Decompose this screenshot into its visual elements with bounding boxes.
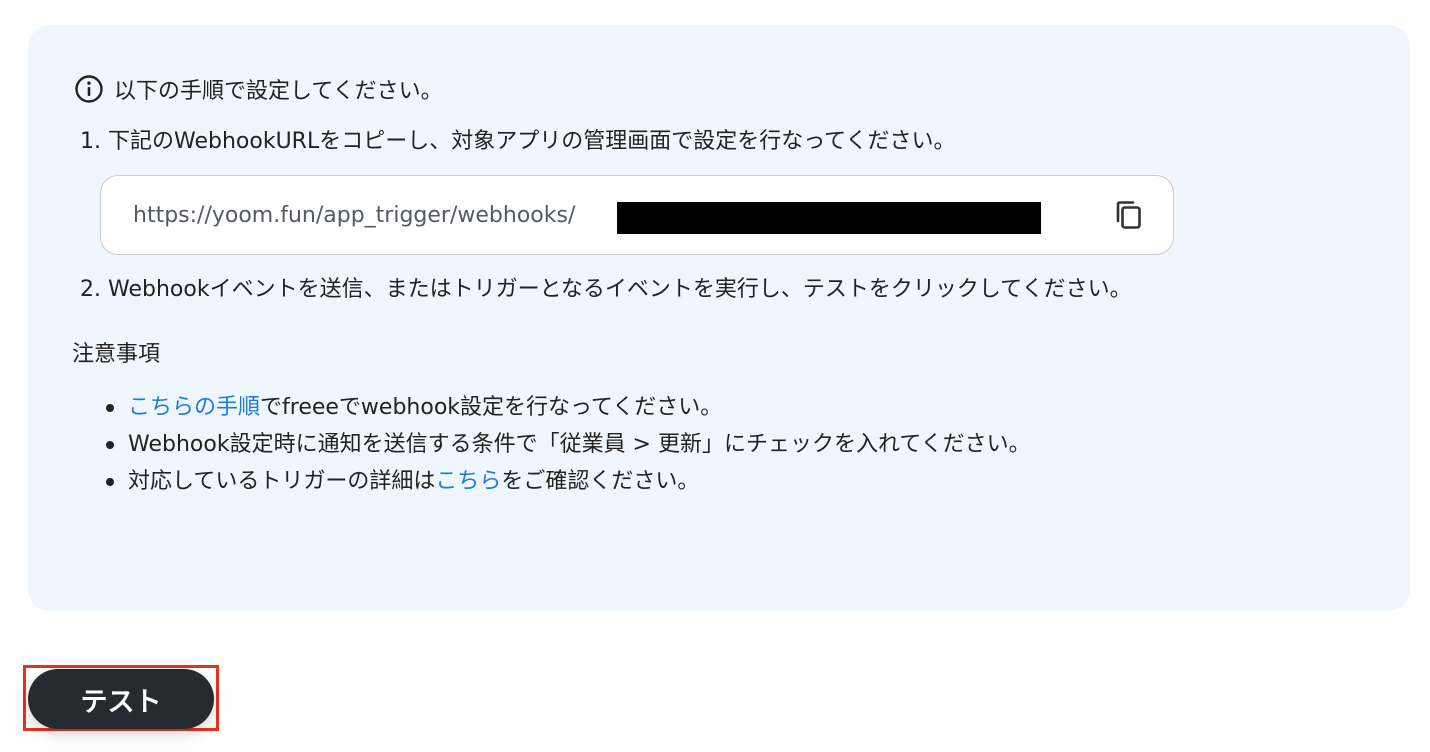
webhook-url-text[interactable]: https://yoom.fun/app_trigger/webhooks/ [133, 201, 575, 231]
copy-icon [1112, 199, 1144, 235]
procedure-link[interactable]: こちらの手順 [128, 395, 260, 420]
instruction-panel [28, 25, 1410, 611]
redacted-url-suffix [617, 202, 1041, 234]
trigger-details-link[interactable]: こちら [435, 469, 501, 494]
note-item-3-after: をご確認ください。 [501, 469, 700, 494]
note-item-3-before: 対応しているトリガーの詳細は [128, 469, 436, 494]
notes-list: こちらの手順でfreeeでwebhook設定を行なってください。 Webhook… [106, 389, 1031, 500]
notes-title: 注意事項 [72, 342, 161, 367]
note-item-2-text: Webhook設定時に通知を送信する条件で「従業員 > 更新」にチェックを入れて… [128, 432, 1031, 457]
instruction-header-text: 以下の手順で設定してください。 [114, 79, 443, 104]
step-2: 2. Webhookイベントを送信、またはトリガーとなるイベントを実行し、テストを… [80, 275, 1132, 305]
note-item-1: こちらの手順でfreeeでwebhook設定を行なってください。 [106, 389, 1031, 426]
test-button[interactable]: テスト [28, 669, 214, 729]
instruction-header: 以下の手順で設定してください。 [74, 74, 443, 104]
note-item-3: 対応しているトリガーの詳細はこちらをご確認ください。 [106, 463, 1031, 500]
info-icon [74, 74, 104, 104]
step-1-text: 下記のWebhookURLをコピーし、対象アプリの管理画面で設定を行なってくださ… [108, 129, 956, 154]
webhook-url-field[interactable]: https://yoom.fun/app_trigger/webhooks/ [100, 175, 1174, 255]
note-item-1-text: でfreeeでwebhook設定を行なってください。 [260, 395, 723, 420]
step-2-text: Webhookイベントを送信、またはトリガーとなるイベントを実行し、テストをクリ… [108, 277, 1132, 302]
step-1: 1. 下記のWebhookURLをコピーし、対象アプリの管理画面で設定を行なってく… [80, 127, 955, 157]
note-item-2: Webhook設定時に通知を送信する条件で「従業員 > 更新」にチェックを入れて… [106, 426, 1031, 463]
test-button-label: テスト [80, 686, 162, 718]
copy-url-button[interactable] [1109, 198, 1147, 236]
step-2-number: 2. [80, 277, 101, 302]
step-1-number: 1. [80, 129, 101, 154]
